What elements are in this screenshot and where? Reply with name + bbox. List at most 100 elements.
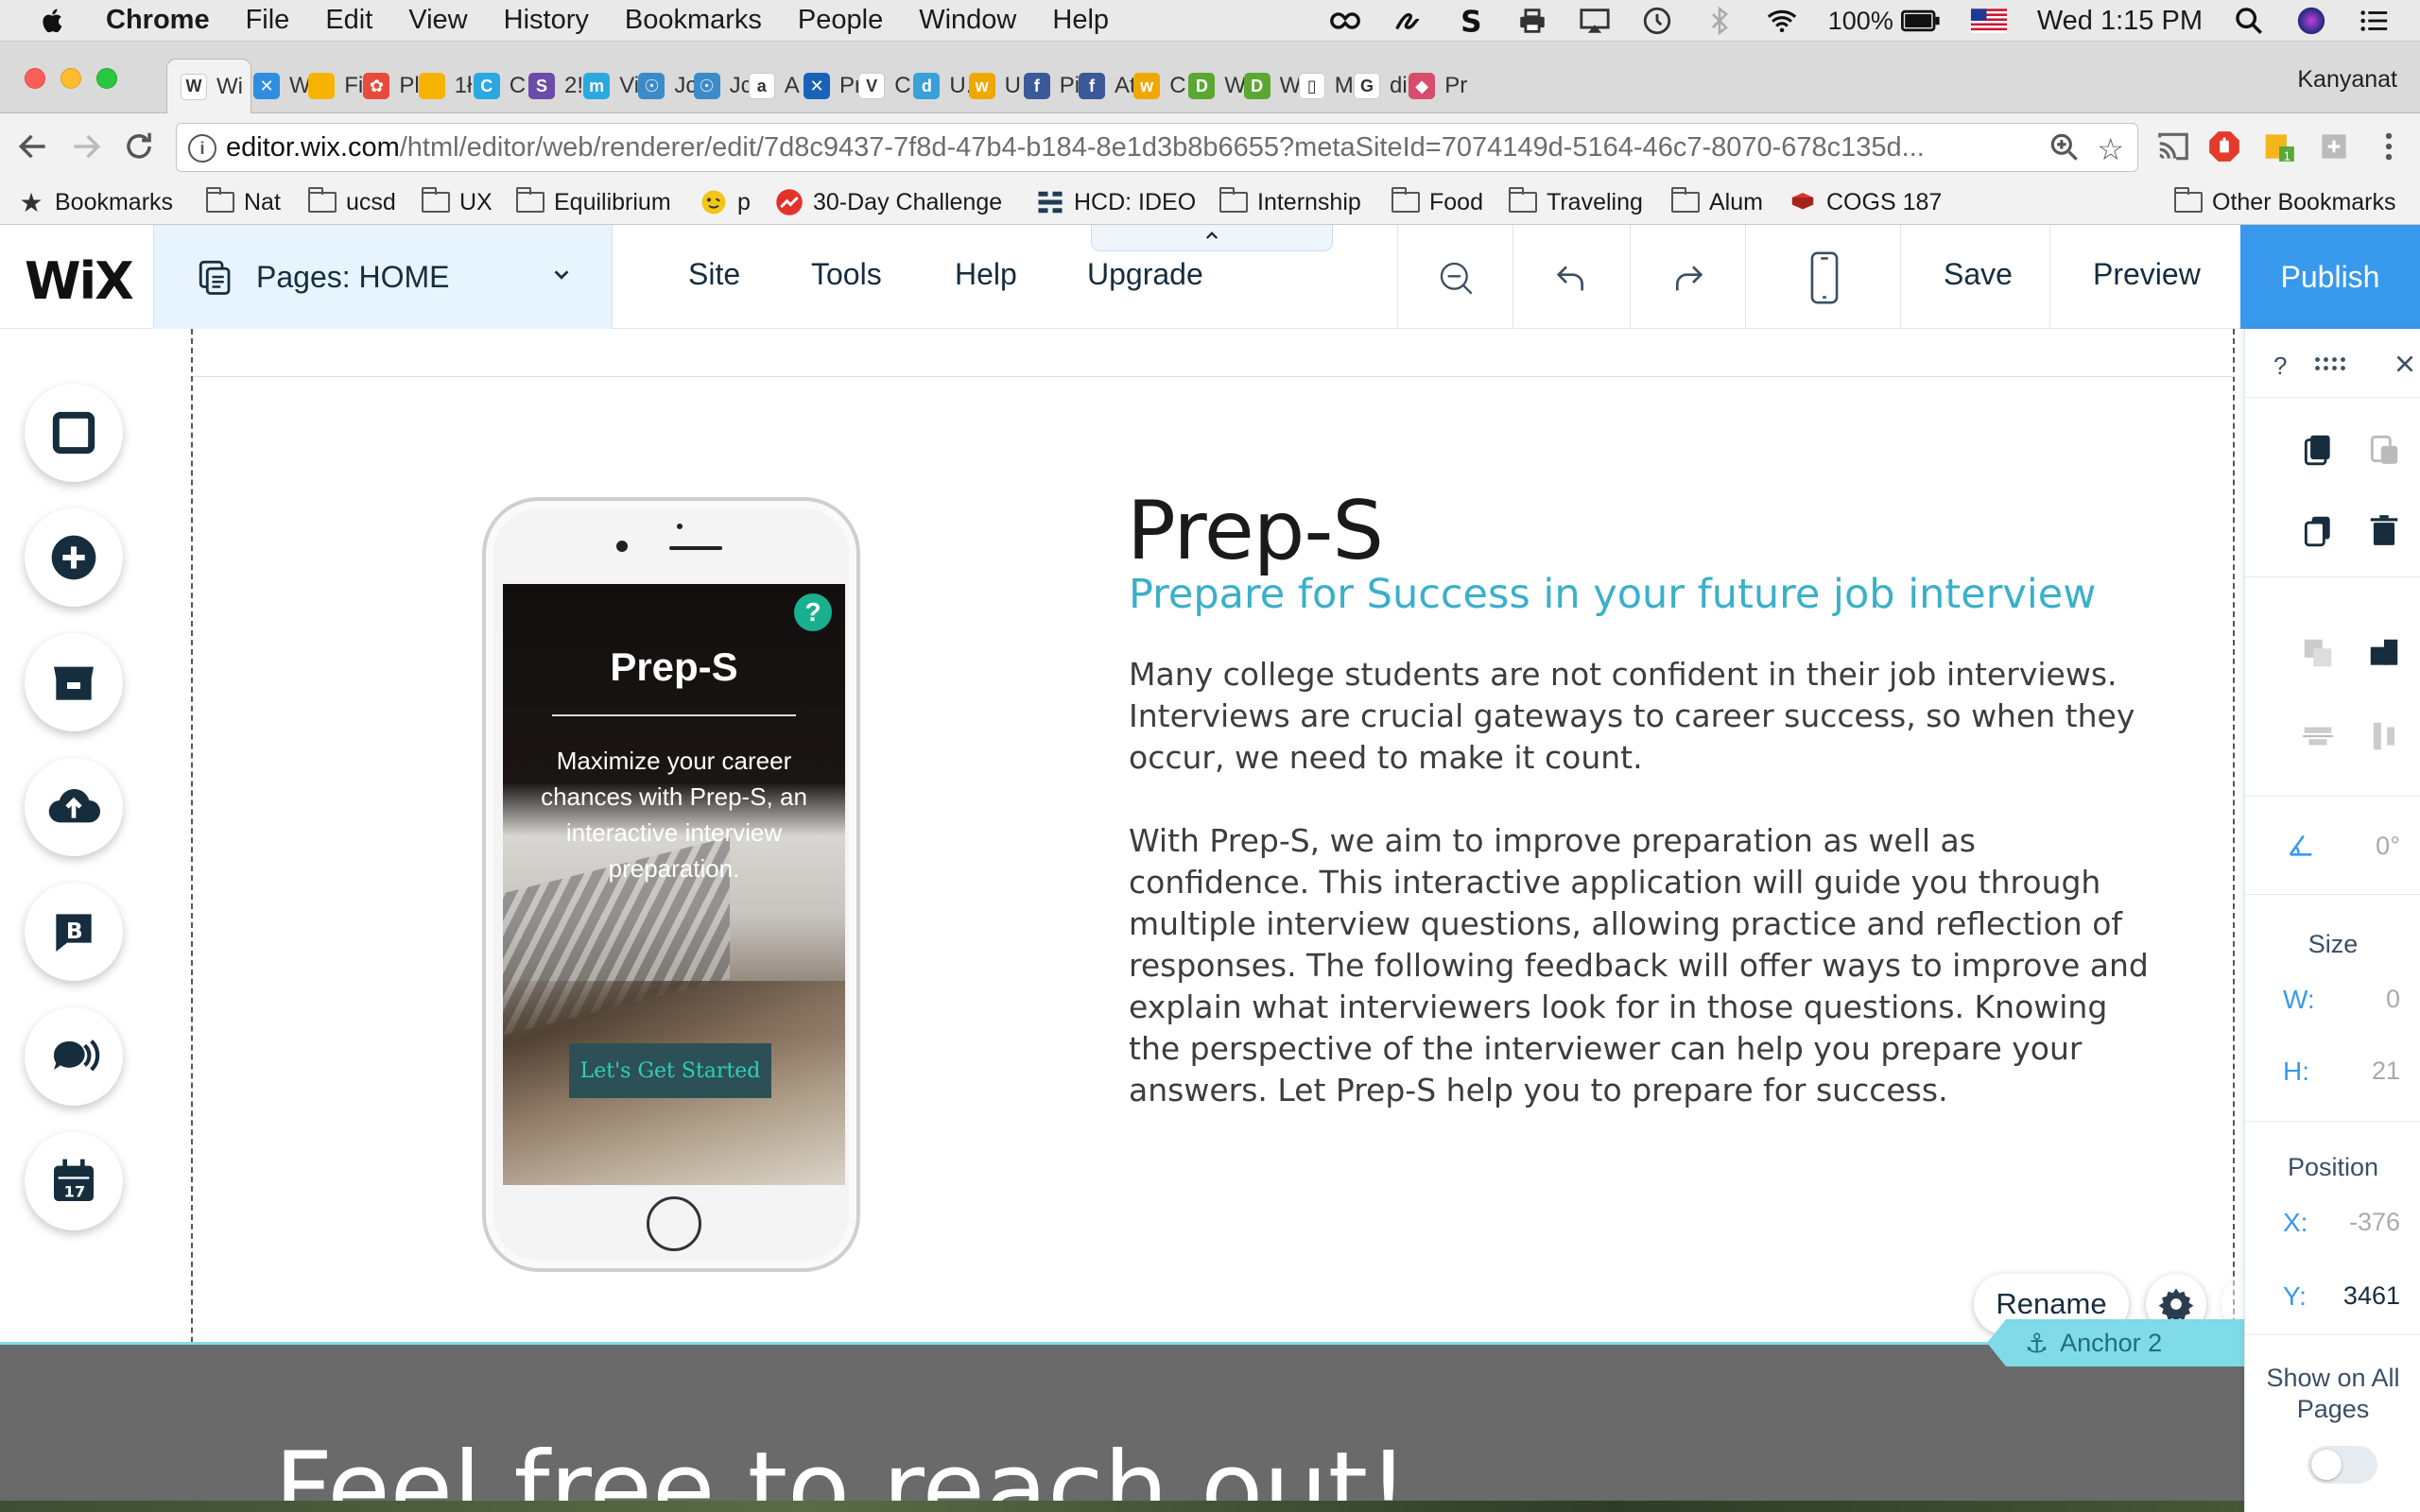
zoom-window-button[interactable] bbox=[96, 68, 117, 89]
hero-paragraph-1[interactable]: Many college students are not confident … bbox=[1129, 654, 2159, 779]
drag-handle-icon[interactable] bbox=[2313, 355, 2347, 372]
browser-tab[interactable]: f Pi bbox=[1011, 59, 1080, 113]
bookmark-folder-equilibrium[interactable]: Equilibrium bbox=[516, 187, 671, 217]
hero-title[interactable]: Prep-S bbox=[1127, 484, 1384, 578]
browser-tab[interactable]: wU bbox=[956, 59, 1021, 113]
wifi-icon[interactable] bbox=[1766, 5, 1798, 37]
get-started-button[interactable]: Let's Get Started bbox=[569, 1043, 771, 1098]
printer-icon[interactable] bbox=[1516, 5, 1548, 37]
us-flag-icon[interactable] bbox=[1970, 9, 2007, 33]
menu-upgrade[interactable]: Upgrade bbox=[1087, 257, 1203, 292]
time-machine-icon[interactable] bbox=[1641, 5, 1673, 37]
bookmark-folder-nat[interactable]: Nat bbox=[206, 187, 281, 217]
redo-icon[interactable] bbox=[1669, 259, 1707, 297]
browser-tab[interactable]: ▯ M bbox=[1286, 59, 1354, 113]
upload-button[interactable] bbox=[25, 758, 123, 856]
creative-cloud-icon[interactable] bbox=[1329, 5, 1361, 37]
bookmark-hcd-ideo[interactable]: HCD: IDEO bbox=[1036, 187, 1196, 217]
bookmark-folder-ucsd[interactable]: ucsd bbox=[308, 187, 396, 217]
browser-tab[interactable]: f At bbox=[1065, 59, 1136, 113]
menu-help[interactable]: Help bbox=[955, 257, 1017, 292]
browser-tab[interactable]: Gdi bbox=[1340, 59, 1408, 113]
notification-center-icon[interactable] bbox=[2358, 5, 2390, 37]
close-window-button[interactable] bbox=[25, 68, 45, 89]
browser-tab[interactable]: aA bbox=[735, 59, 800, 113]
adblock-icon[interactable] bbox=[2206, 129, 2242, 164]
browser-tab[interactable]: ☉ Jc bbox=[681, 59, 752, 113]
bookmark-folder-ux[interactable]: UX bbox=[422, 187, 493, 217]
address-bar[interactable]: i editor.wix.com/html/editor/web/rendere… bbox=[176, 123, 2138, 172]
blog-button[interactable]: B bbox=[25, 883, 123, 981]
draw-icon[interactable] bbox=[1392, 5, 1424, 37]
arrange-back-icon[interactable] bbox=[2300, 635, 2336, 671]
bookmark-30-day-challenge[interactable]: 30-Day Challenge bbox=[775, 187, 1002, 217]
browser-tab[interactable]: Fi bbox=[295, 59, 363, 113]
bookmark-folder-traveling[interactable]: Traveling bbox=[1509, 187, 1643, 217]
profile-name[interactable]: Kanyanat bbox=[2297, 66, 2397, 94]
menu-history[interactable]: History bbox=[504, 5, 589, 36]
arrange-front-icon[interactable] bbox=[2366, 635, 2402, 671]
back-icon[interactable] bbox=[15, 129, 51, 164]
paste-icon[interactable] bbox=[2366, 431, 2402, 467]
trash-icon[interactable] bbox=[2366, 512, 2402, 548]
browser-tab[interactable]: ✕ Pr bbox=[790, 59, 862, 113]
browser-tab[interactable]: ✿ Pl bbox=[350, 59, 420, 113]
phone-mockup[interactable]: ? Prep-S Maximize your career chances wi… bbox=[482, 497, 860, 1272]
browser-tab[interactable]: d U. bbox=[900, 59, 972, 113]
panel-help-button[interactable]: ? bbox=[2273, 352, 2287, 381]
show-on-all-pages-toggle[interactable] bbox=[2308, 1446, 2377, 1484]
airplay-icon[interactable] bbox=[1579, 5, 1611, 37]
bookmark-folder-other[interactable]: Other Bookmarks bbox=[2174, 187, 2396, 217]
minimize-window-button[interactable] bbox=[60, 68, 81, 89]
pages-dropdown[interactable]: Pages: HOME bbox=[153, 225, 613, 329]
x-value[interactable]: -376 bbox=[2330, 1208, 2400, 1237]
undo-icon[interactable] bbox=[1552, 259, 1590, 297]
site-info-icon[interactable]: i bbox=[188, 134, 216, 163]
add-button[interactable] bbox=[25, 508, 123, 607]
publish-button[interactable]: Publish bbox=[2240, 225, 2420, 329]
rotation-value[interactable]: 0° bbox=[2340, 832, 2400, 861]
zoom-out-icon[interactable] bbox=[1437, 259, 1475, 297]
dollar-app-icon[interactable]: S bbox=[1454, 5, 1486, 37]
y-value[interactable]: 3461 bbox=[2330, 1281, 2400, 1311]
browser-tab[interactable]: ✕ W bbox=[240, 59, 311, 113]
background-button[interactable] bbox=[25, 384, 123, 482]
bookings-button[interactable]: 17 bbox=[25, 1132, 123, 1230]
save-button[interactable]: Save bbox=[1944, 257, 2013, 292]
distribute-icon[interactable] bbox=[2366, 718, 2402, 754]
menu-edit[interactable]: Edit bbox=[325, 5, 372, 36]
browser-tab[interactable]: VC bbox=[845, 59, 911, 113]
cast-icon[interactable] bbox=[2155, 129, 2191, 164]
battery-icon[interactable] bbox=[1900, 5, 1941, 37]
menu-window[interactable]: Window bbox=[919, 5, 1016, 36]
preview-button[interactable]: Preview bbox=[2093, 257, 2201, 292]
browser-tab[interactable]: m Vi bbox=[570, 59, 639, 113]
spotlight-search-icon[interactable] bbox=[2233, 5, 2265, 37]
anchor-tag[interactable]: ⚓ Anchor 2 bbox=[1987, 1319, 2246, 1366]
hero-paragraph-2[interactable]: With Prep-S, we aim to improve preparati… bbox=[1129, 820, 2159, 1111]
bookmark-folder-food[interactable]: Food bbox=[1392, 187, 1483, 217]
chat-button[interactable] bbox=[25, 1007, 123, 1106]
add-apps-button[interactable] bbox=[25, 633, 123, 731]
hero-subtitle[interactable]: Prepare for Success in your future job i… bbox=[1129, 571, 2096, 618]
menu-view[interactable]: View bbox=[408, 5, 467, 36]
align-center-icon[interactable] bbox=[2300, 718, 2336, 754]
help-icon[interactable]: ? bbox=[794, 593, 832, 631]
notes-extension-icon[interactable]: 1 bbox=[2261, 129, 2297, 164]
extension-icon[interactable] bbox=[2316, 129, 2352, 164]
menu-tools[interactable]: Tools bbox=[811, 257, 882, 292]
bookmark-folder-alum[interactable]: Alum bbox=[1671, 187, 1763, 217]
copy-icon[interactable] bbox=[2300, 431, 2336, 467]
height-value[interactable]: 21 bbox=[2340, 1057, 2400, 1086]
browser-tab[interactable]: S 2! bbox=[515, 59, 583, 113]
width-value[interactable]: 0 bbox=[2340, 985, 2400, 1014]
menu-app-name[interactable]: Chrome bbox=[106, 5, 210, 36]
bookmark-star-icon[interactable]: ☆ bbox=[2097, 131, 2124, 167]
reload-icon[interactable] bbox=[121, 129, 157, 164]
apple-menu-icon[interactable] bbox=[38, 6, 68, 36]
zoom-icon[interactable] bbox=[2047, 129, 2083, 165]
browser-tab[interactable]: DW bbox=[1231, 59, 1301, 113]
chrome-menu-icon[interactable] bbox=[2371, 129, 2407, 164]
mobile-view-icon[interactable] bbox=[1806, 251, 1843, 304]
bluetooth-icon[interactable] bbox=[1703, 5, 1736, 37]
